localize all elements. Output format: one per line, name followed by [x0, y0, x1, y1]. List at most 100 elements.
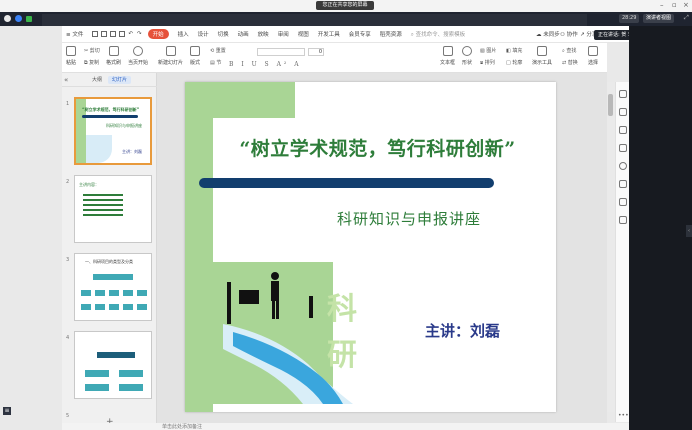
menu-animation[interactable]: 动画: [238, 30, 249, 38]
menu-file[interactable]: ≡ 文件: [66, 30, 83, 38]
fill-button[interactable]: ◧ 填充: [506, 47, 522, 54]
panel-icon[interactable]: [619, 216, 627, 224]
menu-developer[interactable]: 开发工具: [318, 30, 340, 38]
shape-button[interactable]: 形状: [462, 46, 472, 66]
text-format-buttons[interactable]: B I U S A² A: [229, 61, 302, 68]
replace-button[interactable]: ⇄ 替换: [562, 59, 578, 66]
pin-icon[interactable]: [619, 90, 627, 98]
presenter-view-button[interactable]: 演讲者视图: [643, 14, 675, 23]
arrange-button[interactable]: ⧈ 排列: [480, 59, 495, 66]
menu-home[interactable]: 开始: [147, 29, 169, 39]
help-icon[interactable]: [619, 162, 627, 170]
illustration-person-leg: [272, 301, 275, 319]
slide-thumbnail-3[interactable]: 一、科研项目的类型及分类: [74, 253, 152, 321]
slide-thumbnail-1[interactable]: “树立学术规范，笃行科研创新” 科研知识与申报讲座 主讲：刘磊: [74, 97, 152, 165]
undo-icon[interactable]: ↶: [128, 31, 133, 37]
section-button[interactable]: ▤ 节: [210, 59, 221, 66]
screen-share-label: 您正在共享您的屏幕: [322, 2, 368, 8]
font-family-select[interactable]: [257, 48, 305, 56]
image-icon[interactable]: [619, 180, 627, 188]
collapse-panel-icon[interactable]: «: [64, 76, 68, 84]
textbox-button[interactable]: 文本框: [440, 46, 455, 66]
vertical-scrollbar[interactable]: [607, 82, 615, 412]
shape-label: 形状: [462, 60, 473, 66]
slide-thumbnail-panel: « 大纲 幻灯片 1 “树立学术规范，笃行科研创新” 科研知识与申报讲座 主讲：…: [62, 73, 157, 427]
thumb-org-box: [97, 352, 135, 358]
copy-button[interactable]: ⧉ 复制: [84, 59, 99, 66]
presentation-tools-label: 演示工具: [532, 60, 553, 66]
thumb-speaker: 主讲：刘磊: [122, 149, 142, 154]
screen-share-indicator[interactable]: 您正在共享您的屏幕: [316, 1, 374, 10]
preview-icon[interactable]: [119, 31, 126, 37]
shape-style-icon[interactable]: [619, 126, 627, 134]
replace-label: 替换: [567, 60, 578, 66]
slide-title[interactable]: “树立学术规范，笃行科研创新”: [199, 134, 556, 161]
tab-slides[interactable]: 幻灯片: [108, 76, 132, 84]
current-slide[interactable]: “树立学术规范，笃行科研创新” 科研知识与申报讲座 科 研 主讲：刘磊: [185, 82, 556, 412]
layout-button[interactable]: 版式: [190, 46, 200, 66]
close-icon[interactable]: ×: [683, 1, 689, 9]
picture-label: 图片: [486, 48, 497, 54]
command-search[interactable]: ⌕ 查找命令、搜索模板: [411, 30, 465, 39]
picture-button[interactable]: ▧ 图片: [480, 47, 496, 54]
outline-button[interactable]: □ 轮廓: [506, 59, 522, 66]
app-tab-bar: 28:29 演讲者视图 ⤢: [0, 12, 692, 26]
export-icon[interactable]: [101, 31, 108, 37]
menu-insert[interactable]: 插入: [178, 30, 189, 38]
hamburger-menu-icon[interactable]: ≡: [3, 407, 11, 415]
thumb-org-box: [119, 370, 143, 377]
thumb-title: “树立学术规范，笃行科研创新”: [82, 107, 140, 112]
menu-member[interactable]: 会员专享: [349, 30, 371, 38]
play-from-current-button[interactable]: 当页开始: [128, 46, 148, 66]
slide-subtitle[interactable]: 科研知识与申报讲座: [337, 208, 481, 229]
scrollbar-thumb[interactable]: [608, 94, 613, 116]
menu-design[interactable]: 设计: [198, 30, 209, 38]
adjust-icon[interactable]: [619, 108, 627, 116]
illustration-person-head: [271, 272, 279, 280]
reset-button[interactable]: ⟲ 重置: [210, 47, 226, 54]
play-icon: [133, 46, 143, 56]
unsynced-status[interactable]: ☁ 未同步: [536, 30, 560, 38]
save-icon[interactable]: [92, 31, 99, 37]
side-panel-toggle[interactable]: ‹: [686, 225, 692, 237]
menu-view[interactable]: 视图: [298, 30, 309, 38]
slide-number: 1: [66, 101, 70, 107]
menu-transition[interactable]: 切换: [218, 30, 229, 38]
cut-button[interactable]: ✂ 剪切: [84, 47, 100, 54]
document-tab[interactable]: [42, 14, 587, 26]
format-painter-button[interactable]: 格式刷: [106, 46, 121, 66]
find-button[interactable]: ⌕ 查找: [562, 47, 576, 54]
font-size-select[interactable]: 0: [308, 48, 324, 56]
collab-button[interactable]: ⚇ 协作: [560, 30, 578, 38]
restore-icon[interactable]: ▫: [672, 1, 677, 9]
new-slide-label: 新建幻灯片: [158, 60, 184, 66]
slide-thumbnail-2[interactable]: 主讲内容：: [74, 175, 152, 243]
presentation-tools-button[interactable]: 演示工具: [532, 46, 552, 66]
illustration-pole: [227, 282, 231, 324]
collab-label: 协作: [566, 32, 578, 38]
print-icon[interactable]: [110, 31, 117, 37]
app-logo-icon[interactable]: [4, 15, 11, 22]
slide-thumbnail-4[interactable]: [74, 331, 152, 399]
notes-placeholder[interactable]: 单击此处添加备注: [162, 423, 202, 430]
more-icon[interactable]: •••: [618, 412, 629, 419]
new-slide-button[interactable]: 新建幻灯片: [158, 46, 183, 66]
select-button[interactable]: 选择: [588, 46, 598, 66]
unsynced-label: 未同步: [543, 32, 560, 38]
copy-style-icon[interactable]: [619, 144, 627, 152]
slide-speaker[interactable]: 主讲：刘磊: [425, 320, 500, 341]
menu-slideshow[interactable]: 放映: [258, 30, 269, 38]
select-label: 选择: [588, 60, 599, 66]
watermark-char: 研: [327, 338, 357, 373]
tab-outline[interactable]: 大纲: [88, 76, 106, 84]
thumb-heading: 一、科研项目的类型及分类: [85, 259, 133, 264]
fullscreen-icon[interactable]: ⤢: [684, 14, 689, 22]
paste-button[interactable]: 粘贴: [66, 46, 76, 66]
textbox-icon: [442, 46, 453, 56]
menu-resources[interactable]: 稻壳资源: [380, 30, 402, 38]
location-icon[interactable]: [619, 198, 627, 206]
menu-review[interactable]: 审阅: [278, 30, 289, 38]
thumbnail-tabs: « 大纲 幻灯片: [62, 73, 157, 87]
redo-icon[interactable]: ↷: [137, 31, 142, 37]
minimize-icon[interactable]: –: [660, 1, 664, 9]
